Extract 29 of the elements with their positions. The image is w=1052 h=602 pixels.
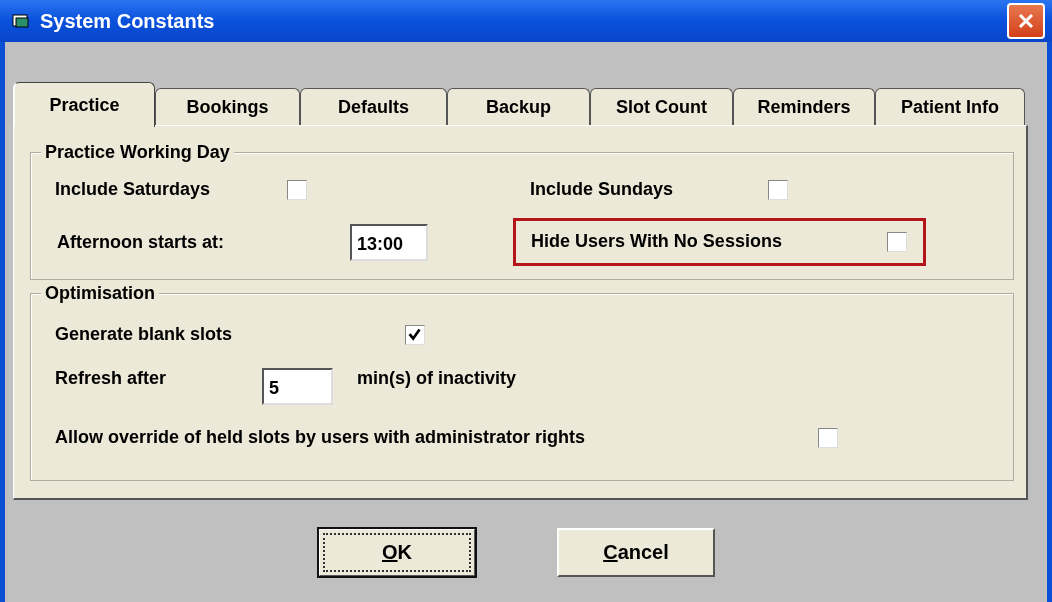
group-title: Optimisation (41, 283, 159, 304)
checkbox[interactable] (818, 427, 838, 448)
field-label: Refresh after (55, 368, 168, 389)
window-title: System Constants (40, 9, 216, 33)
field-suffix: min(s) of inactivity (357, 368, 517, 389)
minutes-field[interactable]: 5 (262, 368, 333, 405)
group-title: Practice Working Day (41, 142, 234, 163)
checkbox-label: Allow override of held slots by users with administrator rights (55, 427, 587, 448)
tab[interactable]: Bookings (155, 88, 300, 125)
checkbox-label: Include Sundays (530, 179, 675, 200)
checkbox-label: Include Saturdays (55, 179, 212, 200)
tab[interactable]: Reminders (733, 88, 875, 125)
tab[interactable]: Backup (447, 88, 590, 125)
checkbox[interactable] (768, 179, 788, 200)
window-app-icon (12, 13, 30, 29)
checkbox[interactable] (405, 324, 425, 345)
dialog-button[interactable]: OK (318, 528, 476, 577)
checkbox-label: Generate blank slots (55, 324, 234, 345)
checkbox[interactable] (887, 231, 907, 252)
checkbox[interactable] (287, 179, 307, 200)
time-field[interactable]: 13:00 (350, 223, 428, 261)
dialog-button[interactable]: Cancel (557, 528, 715, 577)
checkbox-label: Hide Users With No Sessions (531, 231, 783, 252)
field-label: Afternoon starts at: (57, 231, 225, 253)
tab[interactable]: Practice (13, 82, 155, 127)
tab[interactable]: Slot Count (590, 88, 733, 125)
close-button[interactable] (1007, 3, 1045, 39)
tab[interactable]: Patient Info (875, 88, 1025, 125)
tab[interactable]: Defaults (300, 88, 447, 125)
